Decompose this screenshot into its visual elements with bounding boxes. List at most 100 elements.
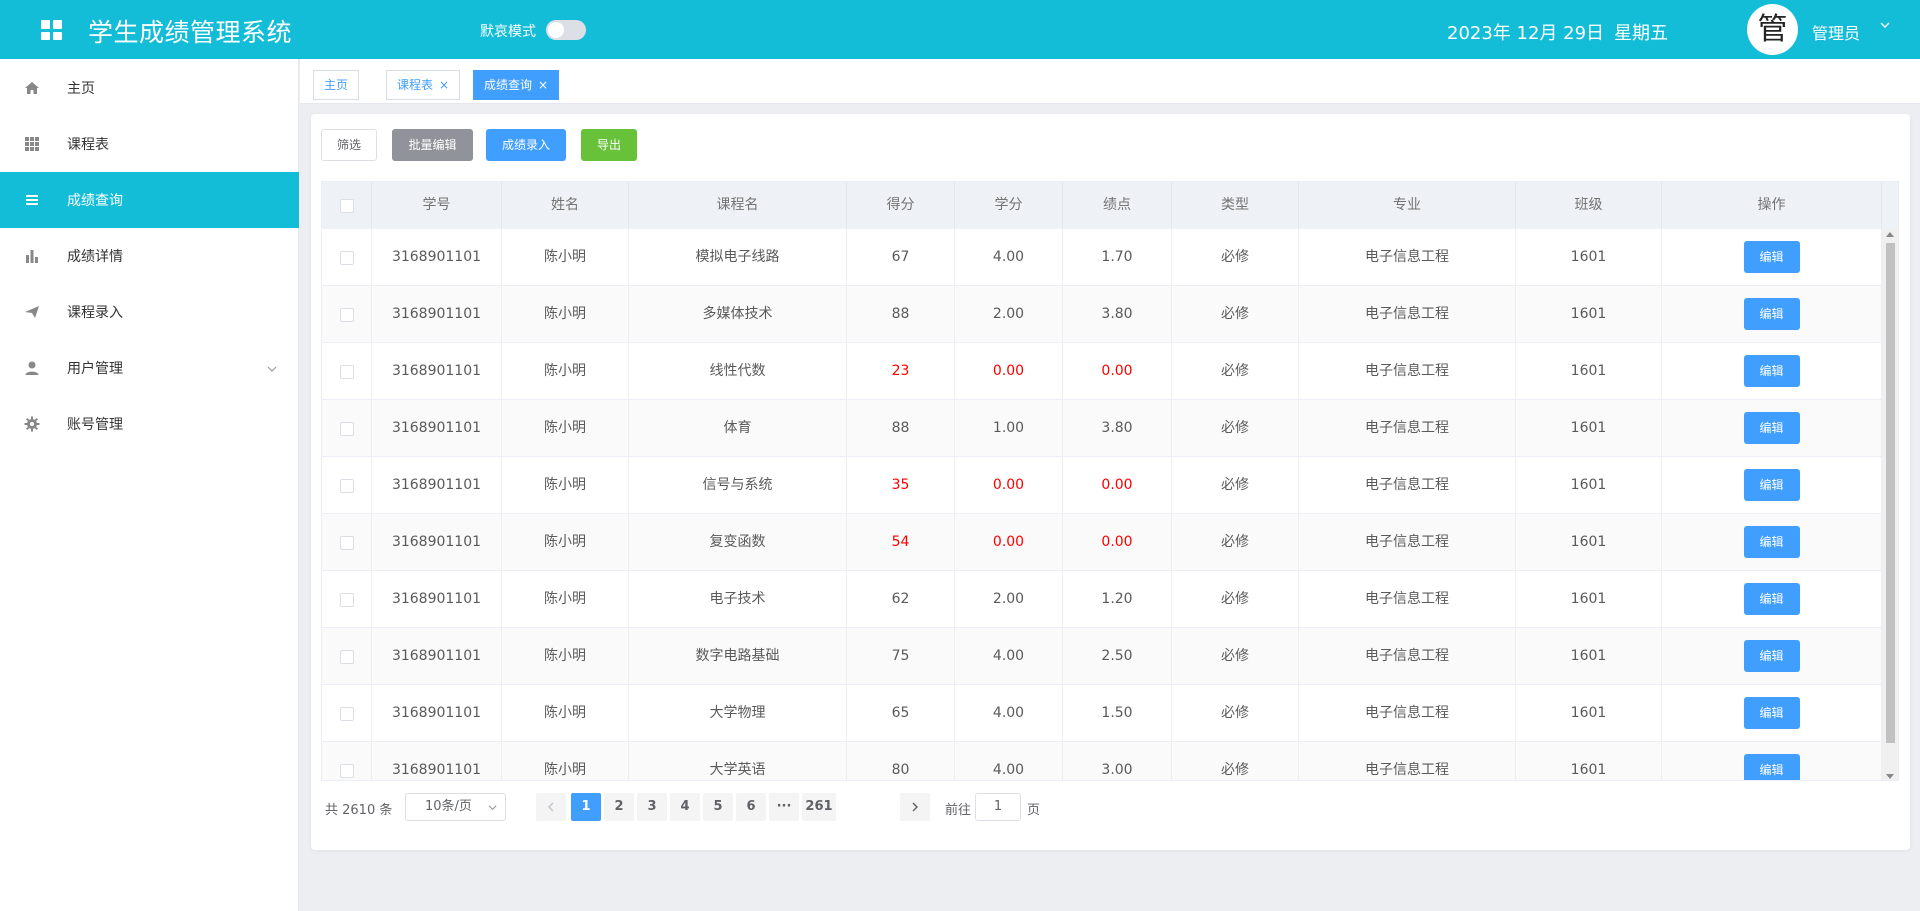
major-cell: 电子信息工程 bbox=[1299, 514, 1516, 571]
table-row[interactable]: 3168901101 陈小明 信号与系统 35 0.00 0.00 必修 电子信息工程 1601… bbox=[322, 457, 1882, 514]
dark-mode-toggle[interactable] bbox=[546, 20, 586, 40]
edit-button[interactable]: 编辑 bbox=[1743, 754, 1800, 780]
column-header[interactable]: 班级 bbox=[1516, 182, 1662, 229]
student-name-cell: 陈小明 bbox=[502, 685, 629, 742]
edit-button[interactable]: 编辑 bbox=[1743, 526, 1800, 558]
table-row[interactable]: 3168901101 陈小明 大学英语 80 4.00 3.00 必修 电子信息工程 1601 编… bbox=[322, 742, 1882, 780]
column-header[interactable]: 课程名 bbox=[629, 182, 847, 229]
edit-button[interactable]: 编辑 bbox=[1743, 697, 1800, 729]
major-cell: 电子信息工程 bbox=[1299, 400, 1516, 457]
goto-page-input[interactable]: 1 bbox=[975, 793, 1021, 821]
row-checkbox[interactable] bbox=[339, 421, 354, 436]
scroll-down-arrow-icon[interactable] bbox=[1886, 774, 1894, 779]
sidebar-item-home[interactable]: 主页 bbox=[0, 60, 299, 116]
close-icon[interactable]: × bbox=[439, 71, 449, 99]
page-number-button[interactable]: 4 bbox=[670, 793, 700, 821]
page-number-button[interactable]: 6 bbox=[736, 793, 766, 821]
table-row[interactable]: 3168901101 陈小明 数字电路基础 75 4.00 2.50 必修 电子信息工程 160… bbox=[322, 628, 1882, 685]
sidebar-item-schedule[interactable]: 课程表 bbox=[0, 116, 299, 172]
major-cell: 电子信息工程 bbox=[1299, 685, 1516, 742]
student-id-cell: 3168901101 bbox=[372, 514, 502, 571]
class-cell: 1601 bbox=[1516, 628, 1662, 685]
page-number-button[interactable]: 2 bbox=[604, 793, 634, 821]
prev-page-button[interactable] bbox=[536, 793, 566, 821]
close-icon[interactable]: × bbox=[538, 71, 548, 99]
edit-button[interactable]: 编辑 bbox=[1743, 469, 1800, 501]
tab-label: 课程表 bbox=[397, 78, 434, 92]
avatar[interactable]: 管 bbox=[1747, 4, 1798, 55]
scrollbar-thumb[interactable] bbox=[1886, 243, 1895, 743]
score-cell: 35 bbox=[847, 457, 955, 514]
sidebar-item-user-management[interactable]: 用户管理 bbox=[0, 340, 299, 396]
sidebar-item-score-query[interactable]: 成绩查询 bbox=[0, 172, 299, 228]
major-cell: 电子信息工程 bbox=[1299, 343, 1516, 400]
total-count: 共 2610 条 bbox=[325, 803, 393, 818]
course-type-cell: 必修 bbox=[1172, 571, 1299, 628]
menu-grid-icon[interactable] bbox=[41, 20, 63, 40]
chevron-down-icon[interactable] bbox=[1880, 20, 1890, 30]
scroll-up-arrow-icon[interactable] bbox=[1886, 232, 1894, 237]
table-row[interactable]: 3168901101 陈小明 线性代数 23 0.00 0.00 必修 电子信息工程 1601 编… bbox=[322, 343, 1882, 400]
row-checkbox[interactable] bbox=[339, 307, 354, 322]
table-row[interactable]: 3168901101 陈小明 多媒体技术 88 2.00 3.80 必修 电子信息工程 1601… bbox=[322, 286, 1882, 343]
column-header[interactable]: 绩点 bbox=[1063, 182, 1172, 229]
edit-button[interactable]: 编辑 bbox=[1743, 583, 1800, 615]
column-header[interactable]: 专业 bbox=[1299, 182, 1516, 229]
sidebar-item-label: 主页 bbox=[67, 81, 95, 97]
row-checkbox[interactable] bbox=[339, 649, 354, 664]
score-cell: 88 bbox=[847, 400, 955, 457]
gpa-cell: 1.70 bbox=[1063, 229, 1172, 286]
edit-button[interactable]: 编辑 bbox=[1743, 298, 1800, 330]
row-checkbox[interactable] bbox=[339, 592, 354, 607]
add-score-button[interactable]: 成绩录入 bbox=[486, 129, 566, 161]
column-header[interactable]: 学号 bbox=[372, 182, 502, 229]
row-checkbox[interactable] bbox=[339, 364, 354, 379]
next-page-button[interactable] bbox=[900, 793, 930, 821]
page-number-button[interactable]: 3 bbox=[637, 793, 667, 821]
select-all-checkbox[interactable] bbox=[339, 198, 354, 213]
table-row[interactable]: 3168901101 陈小明 体育 88 1.00 3.80 必修 电子信息工程 1601 编辑 bbox=[322, 400, 1882, 457]
sidebar-item-score-detail[interactable]: 成绩详情 bbox=[0, 228, 299, 284]
edit-button[interactable]: 编辑 bbox=[1743, 640, 1800, 672]
student-id-cell: 3168901101 bbox=[372, 229, 502, 286]
sidebar-item-label: 用户管理 bbox=[67, 361, 123, 377]
row-checkbox[interactable] bbox=[339, 706, 354, 721]
tab-home[interactable]: 主页 bbox=[313, 70, 360, 100]
column-header[interactable]: 姓名 bbox=[502, 182, 629, 229]
page-size-select[interactable]: 10条/页 bbox=[405, 793, 506, 821]
table-row[interactable]: 3168901101 陈小明 模拟电子线路 67 4.00 1.70 必修 电子信息工程 160… bbox=[322, 229, 1882, 286]
table-row[interactable]: 3168901101 陈小明 大学物理 65 4.00 1.50 必修 电子信息工程 1601 编… bbox=[322, 685, 1882, 742]
tab-label: 成绩查询 bbox=[484, 78, 533, 92]
sidebar-item-account-management[interactable]: 账号管理 bbox=[0, 396, 299, 452]
tab-score-query[interactable]: 成绩查询 × bbox=[473, 70, 560, 100]
page-number-button[interactable]: 5 bbox=[703, 793, 733, 821]
table-scrollbar[interactable] bbox=[1882, 229, 1898, 780]
column-header[interactable]: 学分 bbox=[955, 182, 1063, 229]
sidebar-item-label: 成绩详情 bbox=[67, 249, 123, 265]
export-button[interactable]: 导出 bbox=[581, 129, 637, 161]
column-header[interactable]: 类型 bbox=[1172, 182, 1299, 229]
row-checkbox[interactable] bbox=[339, 478, 354, 493]
table-row[interactable]: 3168901101 陈小明 复变函数 54 0.00 0.00 必修 电子信息工程 1601 编… bbox=[322, 514, 1882, 571]
page-ellipsis-button[interactable]: ··· bbox=[769, 793, 799, 821]
user-name[interactable]: 管理员 bbox=[1812, 20, 1860, 44]
edit-button[interactable]: 编辑 bbox=[1743, 412, 1800, 444]
main-panel: 筛选 批量编辑 成绩录入 导出 学号 姓名 课程名 得分 学分 绩点 类型 专业… bbox=[311, 114, 1910, 850]
gpa-cell: 3.80 bbox=[1063, 286, 1172, 343]
app-title: 学生成绩管理系统 bbox=[88, 18, 293, 47]
row-checkbox[interactable] bbox=[339, 763, 354, 778]
batch-edit-button[interactable]: 批量编辑 bbox=[392, 129, 473, 161]
tab-schedule[interactable]: 课程表 × bbox=[386, 70, 461, 100]
column-header[interactable]: 得分 bbox=[847, 182, 955, 229]
table-row[interactable]: 3168901101 陈小明 电子技术 62 2.00 1.20 必修 电子信息工程 1601 编… bbox=[322, 571, 1882, 628]
page-number-button[interactable]: 261 bbox=[802, 793, 836, 821]
row-checkbox[interactable] bbox=[339, 250, 354, 265]
edit-button[interactable]: 编辑 bbox=[1743, 355, 1800, 387]
student-id-cell: 3168901101 bbox=[372, 286, 502, 343]
edit-button[interactable]: 编辑 bbox=[1743, 241, 1800, 273]
sidebar-item-label: 课程录入 bbox=[67, 305, 123, 321]
filter-button[interactable]: 筛选 bbox=[321, 129, 377, 161]
sidebar-item-course-entry[interactable]: 课程录入 bbox=[0, 284, 299, 340]
page-number-button[interactable]: 1 bbox=[571, 793, 601, 821]
row-checkbox[interactable] bbox=[339, 535, 354, 550]
